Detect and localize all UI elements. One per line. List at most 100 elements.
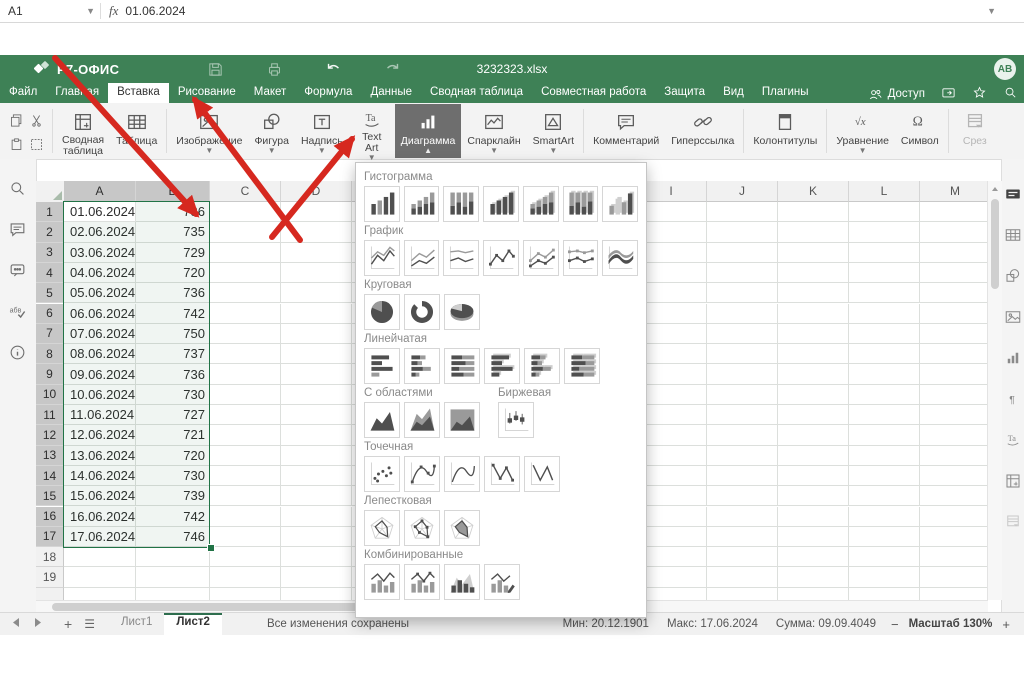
select-all-icon[interactable] bbox=[27, 133, 45, 155]
cell-L19[interactable] bbox=[849, 567, 920, 587]
menu-tab-Сводная таблица[interactable]: Сводная таблица bbox=[421, 83, 532, 103]
cell-K16[interactable] bbox=[778, 507, 849, 527]
chart-type-line-pct-markers[interactable] bbox=[563, 240, 599, 276]
cell-C7[interactable] bbox=[210, 324, 281, 344]
toolbar-button-гиперссылка[interactable]: Гиперссылка bbox=[665, 104, 740, 158]
chart-type-radar-markers[interactable] bbox=[404, 510, 440, 546]
cell-B15[interactable]: 739 bbox=[136, 486, 210, 506]
cell-L15[interactable] bbox=[849, 486, 920, 506]
chart-type-stock[interactable] bbox=[498, 402, 534, 438]
cell-M15[interactable] bbox=[920, 486, 988, 506]
chart-type-scatter[interactable] bbox=[364, 456, 400, 492]
cell-C19[interactable] bbox=[210, 567, 281, 587]
row-header-3[interactable]: 3 bbox=[36, 243, 64, 263]
cell-K6[interactable] bbox=[778, 304, 849, 324]
menu-tab-Файл[interactable]: Файл bbox=[0, 83, 46, 103]
column-header-L[interactable]: L bbox=[849, 181, 920, 202]
cell-C3[interactable] bbox=[210, 243, 281, 263]
cell-K7[interactable] bbox=[778, 324, 849, 344]
cell-A8[interactable]: 08.06.2024 bbox=[64, 344, 136, 364]
cell-D[interactable] bbox=[281, 588, 352, 600]
cell-M5[interactable] bbox=[920, 283, 988, 303]
cell-C12[interactable] bbox=[210, 425, 281, 445]
cell-C[interactable] bbox=[210, 588, 281, 600]
cell-A4[interactable]: 04.06.2024 bbox=[64, 263, 136, 283]
chart-type-scatter-straight-markers[interactable] bbox=[484, 456, 520, 492]
cell-B11[interactable]: 727 bbox=[136, 405, 210, 425]
cell-D8[interactable] bbox=[281, 344, 352, 364]
cell-B8[interactable]: 737 bbox=[136, 344, 210, 364]
column-header-K[interactable]: K bbox=[778, 181, 849, 202]
chart-type-col-stacked[interactable] bbox=[404, 186, 440, 222]
cell-K8[interactable] bbox=[778, 344, 849, 364]
undo-icon[interactable] bbox=[325, 61, 342, 78]
cell-B19[interactable] bbox=[136, 567, 210, 587]
cell-J8[interactable] bbox=[707, 344, 778, 364]
chart-type-line[interactable] bbox=[364, 240, 400, 276]
zoom-in-button[interactable]: + bbox=[1002, 617, 1010, 632]
cell-M12[interactable] bbox=[920, 425, 988, 445]
cell-A15[interactable]: 15.06.2024 bbox=[64, 486, 136, 506]
add-sheet-button[interactable]: + bbox=[64, 616, 72, 632]
cell-L10[interactable] bbox=[849, 385, 920, 405]
cell-C15[interactable] bbox=[210, 486, 281, 506]
cell-J16[interactable] bbox=[707, 507, 778, 527]
chart-type-area[interactable] bbox=[364, 402, 400, 438]
cell-D17[interactable] bbox=[281, 527, 352, 547]
cell-C9[interactable] bbox=[210, 364, 281, 384]
cell-B13[interactable]: 720 bbox=[136, 446, 210, 466]
menu-tab-Данные[interactable]: Данные bbox=[361, 83, 421, 103]
cell-A11[interactable]: 11.06.2024 bbox=[64, 405, 136, 425]
chart-type-line-markers[interactable] bbox=[483, 240, 519, 276]
cell-D4[interactable] bbox=[281, 263, 352, 283]
cell-K18[interactable] bbox=[778, 547, 849, 567]
chart-type-col3d-stacked-pct[interactable] bbox=[563, 186, 599, 222]
cellsettings-settings-icon[interactable] bbox=[1004, 185, 1022, 206]
search-icon[interactable] bbox=[1003, 85, 1018, 103]
cell-J11[interactable] bbox=[707, 405, 778, 425]
chart-type-line-stacked-markers[interactable] bbox=[523, 240, 559, 276]
cell-D3[interactable] bbox=[281, 243, 352, 263]
cell-A7[interactable]: 07.06.2024 bbox=[64, 324, 136, 344]
comment-icon[interactable] bbox=[8, 220, 27, 242]
chart-type-scatter-smooth[interactable] bbox=[444, 456, 480, 492]
toolbar-button-колонтитулы[interactable]: Колонтитулы bbox=[747, 104, 823, 158]
column-header-B[interactable]: B bbox=[136, 181, 210, 202]
cell-A10[interactable]: 10.06.2024 bbox=[64, 385, 136, 405]
chart-type-combo-col-line-sec[interactable] bbox=[404, 564, 440, 600]
toolbar-button-сводная-таблица[interactable]: Сводная таблица bbox=[56, 104, 110, 158]
sheet-tab-Лист1[interactable]: Лист1 bbox=[109, 613, 164, 635]
cell-M8[interactable] bbox=[920, 344, 988, 364]
cell-D10[interactable] bbox=[281, 385, 352, 405]
chart-type-col3d-clustered[interactable] bbox=[483, 186, 519, 222]
row-header-11[interactable]: 11 bbox=[36, 405, 64, 425]
cell-A18[interactable] bbox=[64, 547, 136, 567]
chart-type-pie[interactable] bbox=[364, 294, 400, 330]
toolbar-button-уравнение[interactable]: √x Уравнение▼ bbox=[830, 104, 895, 158]
chart-type-doughnut[interactable] bbox=[404, 294, 440, 330]
cell-C14[interactable] bbox=[210, 466, 281, 486]
formula-expand-chevron-icon[interactable]: ▼ bbox=[987, 6, 996, 16]
cell-D5[interactable] bbox=[281, 283, 352, 303]
cell-A12[interactable]: 12.06.2024 bbox=[64, 425, 136, 445]
row-header-5[interactable]: 5 bbox=[36, 283, 64, 303]
cell-J[interactable] bbox=[707, 588, 778, 600]
cell-C11[interactable] bbox=[210, 405, 281, 425]
zoom-out-button[interactable]: − bbox=[891, 617, 899, 632]
cell-J4[interactable] bbox=[707, 263, 778, 283]
chart-type-radar-filled[interactable] bbox=[444, 510, 480, 546]
chart-type-bar-clustered[interactable] bbox=[364, 348, 400, 384]
cell-J3[interactable] bbox=[707, 243, 778, 263]
cell-C6[interactable] bbox=[210, 304, 281, 324]
chart-type-line-pct[interactable] bbox=[443, 240, 479, 276]
cell-J7[interactable] bbox=[707, 324, 778, 344]
toolbar-button-надпись[interactable]: Надпись▼ bbox=[295, 104, 349, 158]
cell-K11[interactable] bbox=[778, 405, 849, 425]
menu-tab-Главная[interactable]: Главная bbox=[46, 83, 108, 103]
cell-A3[interactable]: 03.06.2024 bbox=[64, 243, 136, 263]
chart-type-line-stacked[interactable] bbox=[404, 240, 440, 276]
cell-K2[interactable] bbox=[778, 222, 849, 242]
cell-C16[interactable] bbox=[210, 507, 281, 527]
chart-type-bar3d-stacked-pct[interactable] bbox=[564, 348, 600, 384]
cell-M16[interactable] bbox=[920, 507, 988, 527]
